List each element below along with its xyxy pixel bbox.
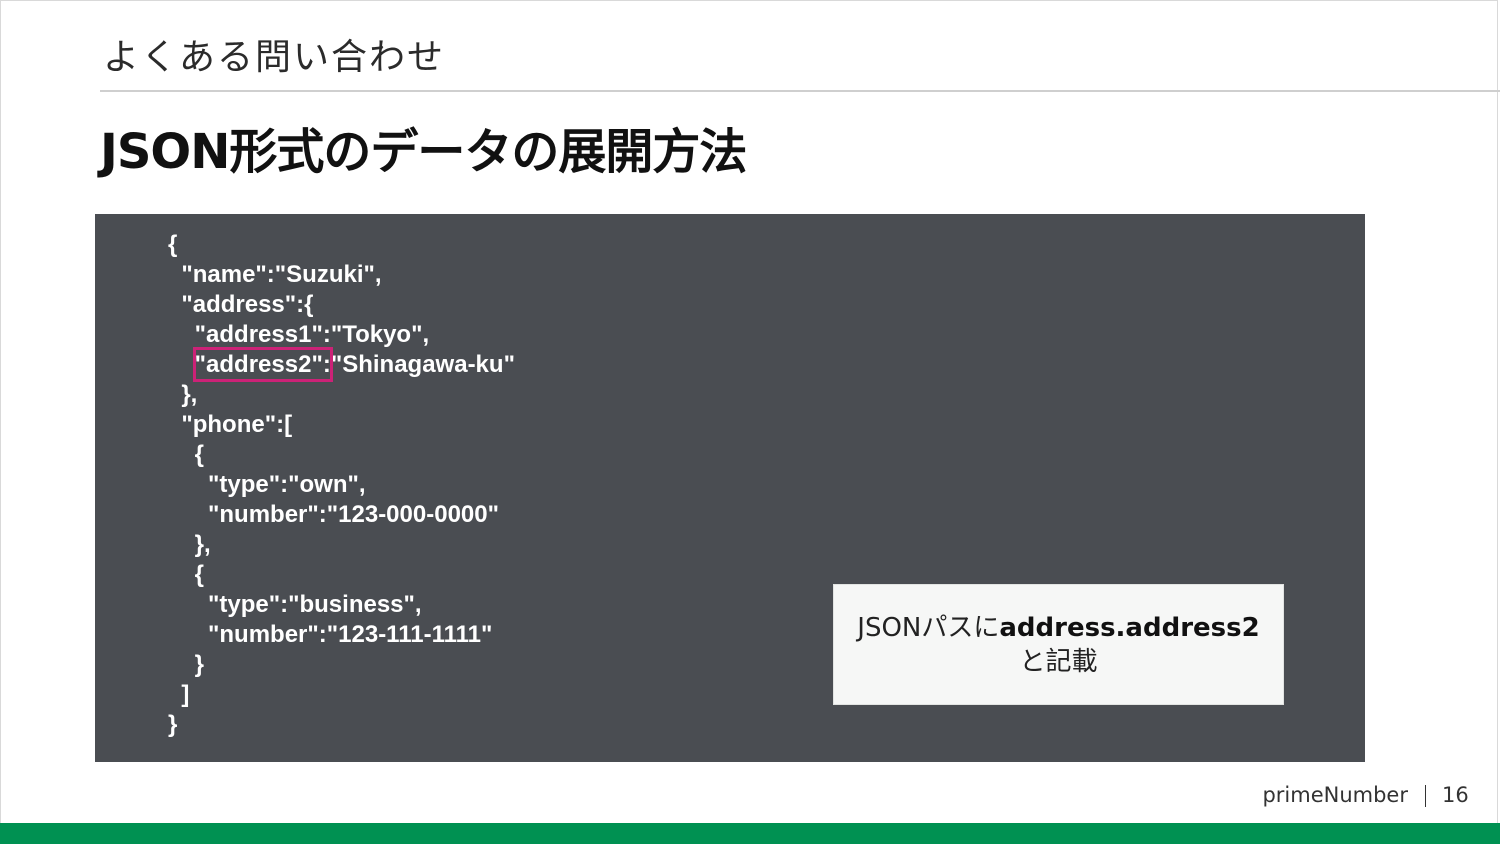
- callout-prefix: JSONパスに: [857, 612, 1000, 643]
- code-line: "type":"business",: [168, 591, 422, 618]
- bottom-accent-bar: [0, 823, 1500, 844]
- code-line: }: [168, 651, 205, 678]
- code-line: }: [168, 711, 178, 738]
- page-number: 16: [1442, 783, 1469, 807]
- section-title: よくある問い合わせ: [103, 37, 446, 78]
- callout-json-path: address.address2: [999, 612, 1260, 643]
- code-line: {: [168, 561, 205, 588]
- code-line: "type":"own",: [168, 471, 366, 498]
- address2-highlight-box: [193, 347, 333, 382]
- code-line: },: [168, 381, 198, 408]
- callout-suffix: と記載: [1019, 646, 1098, 677]
- code-line: ]: [168, 681, 190, 708]
- header-divider: [100, 90, 1500, 92]
- code-line: "name":"Suzuki",: [168, 261, 382, 288]
- code-line: "number":"123-000-0000": [168, 501, 499, 528]
- callout-line-1: JSONパスにaddress.address2: [857, 611, 1259, 645]
- code-line: "phone":[: [168, 411, 293, 438]
- footer-brand: primeNumber: [1262, 783, 1408, 807]
- code-line: "address1":"Tokyo",: [168, 321, 430, 348]
- code-line: "address":{: [168, 291, 314, 318]
- json-code-block: { "name":"Suzuki", "address":{ "address1…: [168, 230, 515, 740]
- page-title: JSON形式のデータの展開方法: [100, 124, 747, 180]
- callout-note: JSONパスにaddress.address2 と記載: [833, 584, 1284, 705]
- code-line: {: [168, 231, 178, 258]
- code-line: },: [168, 531, 211, 558]
- footer-separator: [1425, 785, 1426, 807]
- code-line: "number":"123-111-1111": [168, 621, 493, 648]
- code-line: {: [168, 441, 205, 468]
